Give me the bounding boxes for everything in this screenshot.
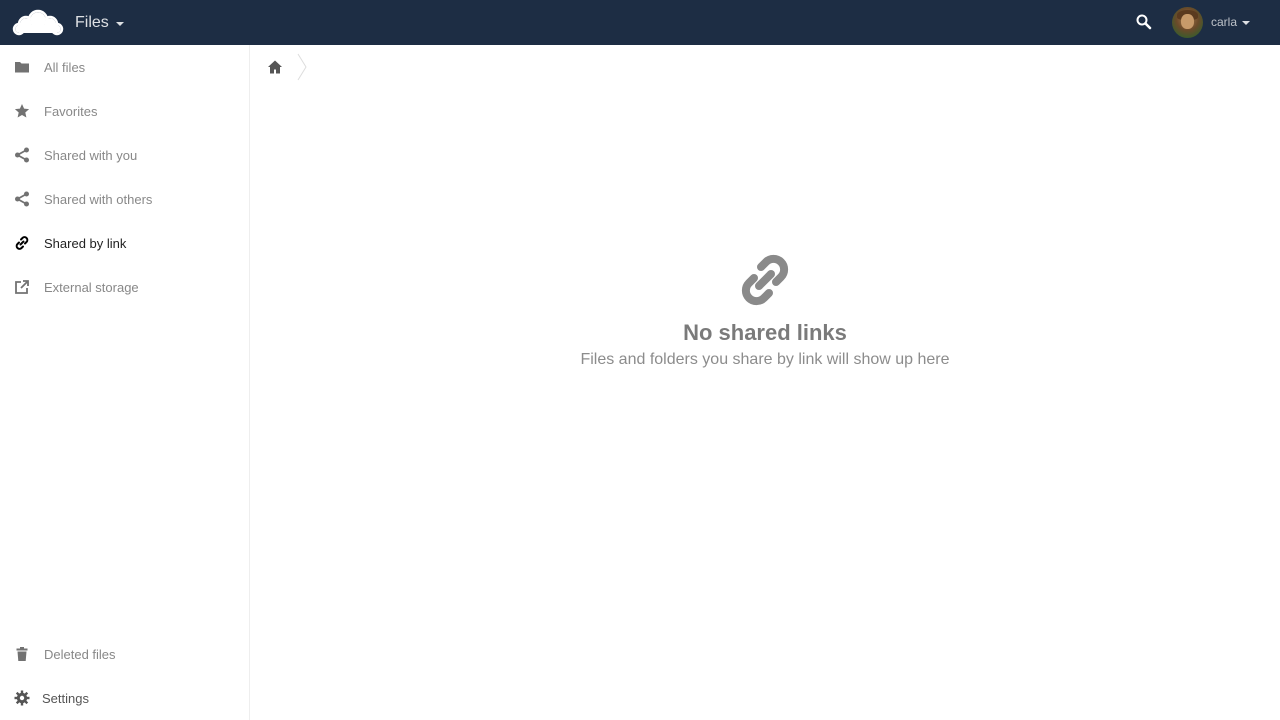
sidebar-item-favorites[interactable]: Favorites: [0, 89, 249, 133]
empty-title: No shared links: [683, 320, 847, 345]
sidebar-item-label: Shared with you: [44, 147, 138, 163]
sidebar-item-label: Deleted files: [44, 646, 116, 662]
app-menu[interactable]: Files: [75, 0, 124, 45]
cloud-logo-icon[interactable]: [12, 7, 64, 37]
caret-down-icon: [1242, 21, 1251, 25]
caret-down-icon: [115, 21, 124, 26]
empty-hint: Files and folders you share by link will…: [580, 351, 950, 368]
sidebar-item-label: Favorites: [44, 103, 98, 119]
settings-label: Settings: [42, 690, 89, 706]
empty-content: No shared links Files and folders you sh…: [250, 250, 1280, 369]
share-icon: [14, 191, 30, 207]
sidebar-item-label: All files: [44, 59, 86, 75]
settings-button[interactable]: Settings: [0, 676, 249, 720]
top-header: Files carla: [0, 0, 1280, 45]
star-icon: [14, 103, 30, 119]
sidebar-item-shared-with-others[interactable]: Shared with others: [0, 177, 249, 221]
link-icon: [741, 254, 789, 306]
sidebar-item-external-storage[interactable]: External storage: [0, 265, 249, 309]
avatar: [1172, 6, 1203, 38]
sidebar-item-label: Shared with others: [44, 191, 153, 207]
sidebar-item-shared-by-link[interactable]: Shared by link: [0, 221, 249, 265]
home-icon[interactable]: [267, 59, 283, 75]
gear-icon: [14, 690, 30, 706]
search-icon[interactable]: [1135, 13, 1153, 31]
sidebar-item-label: External storage: [44, 279, 139, 295]
trash-icon: [14, 646, 30, 662]
link-icon: [14, 235, 30, 251]
external-storage-icon: [14, 279, 30, 295]
user-name: carla: [1211, 15, 1238, 29]
folder-icon: [14, 59, 30, 75]
sidebar-item-all-files[interactable]: All files: [0, 45, 249, 89]
breadcrumb-separator-icon: [297, 53, 307, 81]
sidebar-item-shared-with-you[interactable]: Shared with you: [0, 133, 249, 177]
sidebar-item-deleted-files[interactable]: Deleted files: [0, 632, 249, 676]
user-menu[interactable]: carla: [1172, 6, 1251, 38]
share-icon: [14, 147, 30, 163]
app-name: Files: [75, 13, 109, 31]
sidebar-item-label: Shared by link: [44, 235, 127, 251]
sidebar: All files Favorites Shared with you Shar…: [0, 45, 250, 720]
